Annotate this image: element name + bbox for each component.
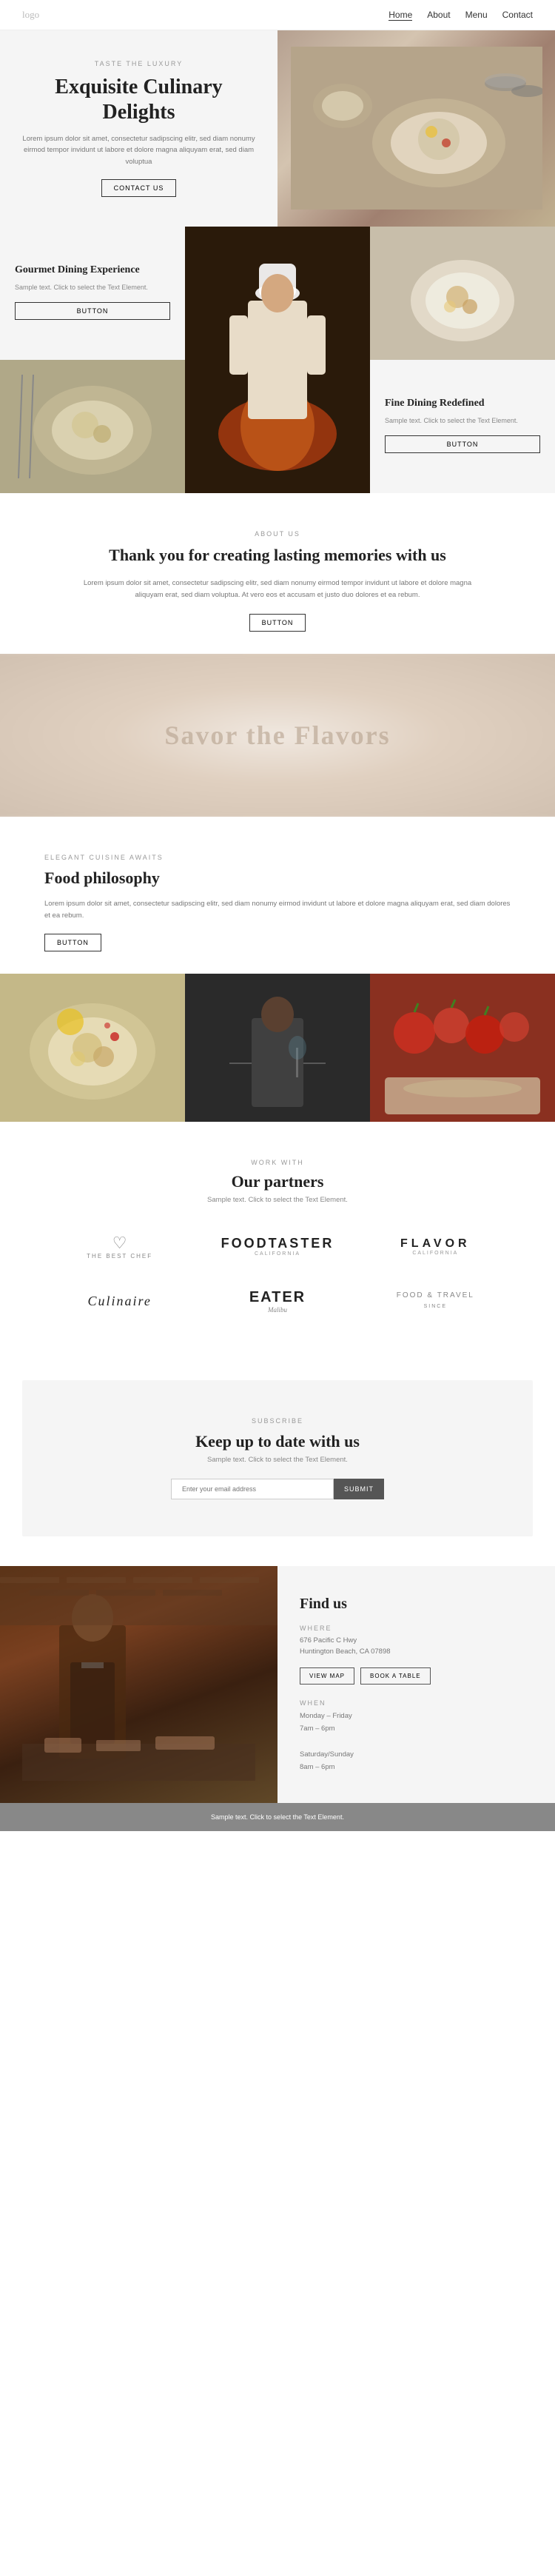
address-line1: 676 Pacific C Hwy (300, 1636, 357, 1645)
subscribe-section: Subscribe Keep up to date with us Sample… (0, 1380, 555, 1536)
find-us-where-label: WHERE (300, 1625, 533, 1632)
philosophy-heading: Food philosophy (44, 869, 511, 888)
nav-logo: logo (22, 9, 39, 21)
hero-food-visual (278, 30, 555, 227)
philosophy-section: Elegant Cuisine Awaits Food philosophy L… (0, 817, 555, 974)
dining-right-button[interactable]: BUTTON (385, 435, 540, 453)
food-photo-2 (185, 974, 370, 1122)
food-photo-1 (0, 974, 185, 1122)
blur-overlay-text: Savor the Flavors (164, 720, 390, 751)
hero-body: Lorem ipsum dolor sit amet, consectetur … (22, 133, 255, 167)
subscribe-box: Subscribe Keep up to date with us Sample… (22, 1380, 533, 1536)
partners-grid: ♡ THE BEST CHEF FOODTASTER CALIFORNIA FL… (22, 1226, 533, 1321)
hero-cta-button[interactable]: CONTACT US (101, 179, 177, 197)
food-bottom-left-cell (0, 360, 185, 493)
culinaire-name: Culinaire (87, 1294, 151, 1309)
subscribe-sublabel: Subscribe (111, 1417, 444, 1425)
find-us-when-label: WHEN (300, 1699, 533, 1707)
partners-tagline: Sample text. Click to select the Text El… (22, 1196, 533, 1204)
food-travel-name: FOOD & TRAVELSINCE (397, 1291, 474, 1311)
nav-contact[interactable]: Contact (502, 10, 533, 21)
hero-image (278, 30, 555, 227)
nav-links: Home About Menu Contact (388, 10, 533, 21)
partner-food-travel: FOOD & TRAVELSINCE (360, 1283, 511, 1319)
food-bottom-left-image (0, 360, 185, 493)
about-sublabel: About Us (74, 530, 481, 538)
dining-left-button[interactable]: BUTTON (15, 302, 170, 320)
dining-grid: Gourmet Dining Experience Sample text. C… (0, 227, 555, 493)
partners-heading: Our partners (22, 1172, 533, 1191)
subscribe-submit-button[interactable]: SUBMIT (334, 1479, 384, 1499)
partner-culinaire: Culinaire (44, 1286, 195, 1317)
chef-heart-icon: ♡ (112, 1234, 127, 1253)
food-top-right-cell (370, 227, 555, 360)
address-line2: Huntington Beach, CA 07898 (300, 1647, 391, 1656)
dining-right-text: Fine Dining Redefined Sample text. Click… (370, 360, 555, 493)
flavor-sub: CALIFORNIA (412, 1251, 458, 1256)
subscribe-body: Sample text. Click to select the Text El… (111, 1456, 444, 1464)
photos-row (0, 974, 555, 1122)
nav-about[interactable]: About (427, 10, 450, 21)
nav-home[interactable]: Home (388, 10, 412, 21)
footer-text: Sample text. Click to select the Text El… (10, 1813, 545, 1821)
partner-flavor: FLAVOR CALIFORNIA (360, 1230, 511, 1263)
dining-right-heading: Fine Dining Redefined (385, 397, 540, 410)
flavor-name: FLAVOR (400, 1237, 471, 1251)
chef-image (185, 227, 370, 493)
find-us-info-block: Find us WHERE 676 Pacific C Hwy Huntingt… (278, 1566, 555, 1803)
book-table-button[interactable]: BOOK A TABLE (360, 1667, 431, 1685)
foodtaster-name: FOODTASTER (221, 1236, 334, 1251)
find-us-buttons: VIEW MAP BOOK A TABLE (300, 1667, 533, 1685)
partner-best-chef: ♡ THE BEST CHEF (44, 1226, 195, 1267)
find-us-image (0, 1566, 278, 1803)
subscribe-heading: Keep up to date with us (111, 1432, 444, 1451)
blur-section: Savor the Flavors (0, 654, 555, 817)
dining-left-heading: Gourmet Dining Experience (15, 264, 170, 277)
hero-text-block: Taste the Luxury Exquisite Culinary Deli… (0, 30, 278, 227)
partner-best-chef-label: THE BEST CHEF (87, 1253, 152, 1259)
about-section: About Us Thank you for creating lasting … (0, 493, 555, 654)
philosophy-button[interactable]: BUTTON (44, 934, 101, 951)
find-us-address: 676 Pacific C Hwy Huntington Beach, CA 0… (300, 1635, 533, 1657)
find-us-section: Find us WHERE 676 Pacific C Hwy Huntingt… (0, 1566, 555, 1803)
partner-foodtaster: FOODTASTER CALIFORNIA (202, 1228, 352, 1264)
nav-menu[interactable]: Menu (465, 10, 488, 21)
food-top-right-image (370, 227, 555, 360)
email-input[interactable] (171, 1479, 334, 1499)
philosophy-sublabel: Elegant Cuisine Awaits (44, 854, 511, 861)
hero-title: Exquisite Culinary Delights (22, 75, 255, 124)
partners-section: Work With Our partners Sample text. Clic… (0, 1122, 555, 1351)
about-button[interactable]: BUTTON (249, 614, 306, 632)
hero-section: Taste the Luxury Exquisite Culinary Deli… (0, 30, 555, 227)
find-us-heading: Find us (300, 1596, 533, 1613)
foodtaster-sub: CALIFORNIA (255, 1251, 300, 1257)
about-heading: Thank you for creating lasting memories … (74, 545, 481, 566)
subscribe-form: SUBMIT (111, 1479, 444, 1499)
partners-sublabel: Work With (22, 1159, 533, 1166)
dining-left-body: Sample text. Click to select the Text El… (15, 283, 170, 293)
footer: Sample text. Click to select the Text El… (0, 1803, 555, 1831)
dining-left-text: Gourmet Dining Experience Sample text. C… (0, 227, 185, 360)
chef-image-cell (185, 227, 370, 493)
view-map-button[interactable]: VIEW MAP (300, 1667, 354, 1685)
philosophy-body: Lorem ipsum dolor sit amet, consectetur … (44, 898, 511, 922)
hero-tagline: Taste the Luxury (95, 60, 184, 67)
eater-sub: Malibu (268, 1306, 287, 1314)
navigation: logo Home About Menu Contact (0, 0, 555, 30)
dining-right-body: Sample text. Click to select the Text El… (385, 416, 540, 426)
food-photo-3 (370, 974, 555, 1122)
find-us-hours: Monday – Friday 7am – 6pm Saturday/Sunda… (300, 1710, 533, 1773)
eater-name: EATER (249, 1289, 306, 1306)
partner-eater: EATER Malibu (202, 1282, 352, 1321)
about-body: Lorem ipsum dolor sit amet, consectetur … (74, 578, 481, 601)
